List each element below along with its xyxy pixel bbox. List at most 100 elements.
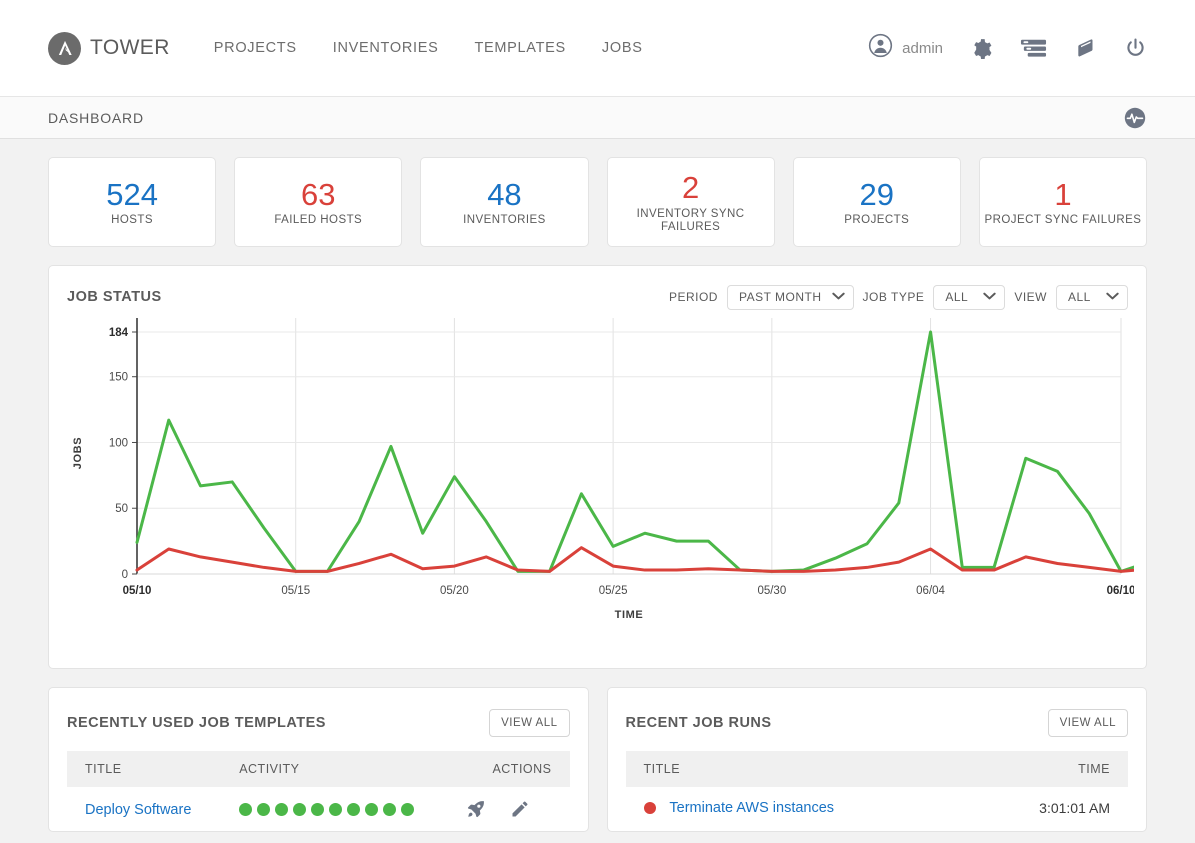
view-all-templates-button[interactable]: VIEW ALL — [489, 709, 570, 737]
chart-y-tick-label: 150 — [109, 372, 128, 384]
stat-value: 63 — [301, 176, 336, 212]
activity-dot[interactable] — [239, 802, 253, 816]
runs-table-head: TITLE TIME — [625, 751, 1128, 787]
column-header-title: TITLE — [85, 762, 122, 776]
view-label: VIEW — [1014, 290, 1047, 304]
tower-dashboard-page: TOWER PROJECTS INVENTORIES TEMPLATES JOB… — [0, 0, 1195, 843]
run-title-cell: Terminate AWS instances — [626, 787, 978, 828]
gear-icon[interactable] — [970, 37, 993, 60]
job-type-label: JOB TYPE — [862, 290, 925, 304]
chart-y-axis-title: JOBS — [72, 437, 84, 469]
activity-dot[interactable] — [293, 802, 307, 816]
nav-link-templates[interactable]: TEMPLATES — [474, 40, 565, 56]
column-header-time: TIME — [1078, 762, 1110, 776]
chevron-down-icon — [1106, 288, 1119, 306]
stat-card-row: 524 HOSTS 63 FAILED HOSTS 48 INVENTORIES… — [48, 157, 1148, 247]
column-header-actions: ACTIONS — [492, 762, 552, 776]
chart-y-tick-label: 184 — [109, 327, 129, 339]
bottom-panels: RECENTLY USED JOB TEMPLATES VIEW ALL TIT… — [48, 687, 1147, 832]
templates-table-body: Deploy Software — [67, 787, 570, 831]
activity-dot[interactable] — [347, 802, 361, 816]
dashboard-content: 524 HOSTS 63 FAILED HOSTS 48 INVENTORIES… — [0, 139, 1195, 832]
nav-link-projects[interactable]: PROJECTS — [214, 40, 297, 56]
activity-dot[interactable] — [401, 802, 415, 816]
stat-card-hosts[interactable]: 524 HOSTS — [48, 157, 217, 247]
activity-dot[interactable] — [311, 802, 325, 816]
chart-x-tick-label: 05/15 — [281, 585, 310, 597]
breadcrumb-bar: DASHBOARD — [0, 97, 1195, 139]
stat-value: 1 — [1054, 176, 1072, 212]
table-row: Terminate AWS instances 3:01:01 AM — [626, 787, 1129, 828]
view-value: ALL — [1068, 290, 1091, 304]
rocket-launch-icon[interactable] — [466, 799, 486, 819]
main-nav-links: PROJECTS INVENTORIES TEMPLATES JOBS — [214, 40, 643, 56]
brand-logo[interactable]: TOWER — [48, 31, 170, 65]
recent-job-runs-panel: RECENT JOB RUNS VIEW ALL TITLE TIME Term… — [606, 687, 1147, 832]
table-row: Deploy Software — [67, 787, 570, 831]
panel-title: RECENT JOB RUNS — [625, 715, 772, 731]
templates-table-head: TITLE ACTIVITY ACTIONS — [67, 751, 570, 787]
row-actions — [460, 799, 551, 819]
user-avatar-icon — [868, 33, 893, 63]
chevron-down-icon — [983, 288, 997, 306]
chart-x-tick-label: 05/30 — [757, 585, 786, 597]
chevron-down-icon — [831, 288, 845, 306]
chart-y-tick-label: 100 — [109, 437, 128, 449]
activity-dot[interactable] — [329, 802, 343, 816]
activity-dot[interactable] — [365, 802, 379, 816]
stat-value: 48 — [487, 176, 522, 212]
chart-x-tick-label: 05/10 — [123, 585, 152, 597]
activity-stream-icon[interactable] — [1123, 106, 1147, 130]
period-value: PAST MONTH — [738, 290, 822, 304]
stat-card-inventories[interactable]: 48 INVENTORIES — [420, 157, 589, 247]
stat-label: HOSTS — [111, 214, 154, 227]
activity-dot[interactable] — [383, 802, 397, 816]
nav-link-inventories[interactable]: INVENTORIES — [333, 40, 439, 56]
run-title-link[interactable]: Terminate AWS instances — [669, 800, 834, 816]
power-icon[interactable] — [1124, 37, 1147, 60]
chart-series-successful — [135, 330, 1155, 573]
period-label: PERIOD — [668, 290, 718, 304]
job-status-header: JOB STATUS PERIOD PAST MONTH JOB TYPE AL… — [49, 266, 1146, 312]
nav-link-jobs[interactable]: JOBS — [602, 40, 643, 56]
user-name-label: admin — [902, 39, 943, 57]
book-icon[interactable] — [1074, 37, 1097, 60]
job-status-panel: JOB STATUS PERIOD PAST MONTH JOB TYPE AL… — [48, 265, 1155, 669]
chart-filters: PERIOD PAST MONTH JOB TYPE ALL VIEW ALL — [668, 284, 1128, 310]
stat-label: INVENTORY SYNC FAILURES — [636, 207, 745, 234]
breadcrumb: DASHBOARD — [48, 109, 144, 126]
chart-x-axis-title: TIME — [615, 609, 644, 621]
template-title-link[interactable]: Deploy Software — [85, 802, 191, 818]
stat-card-projects[interactable]: 29 PROJECTS — [792, 157, 961, 247]
job-status-chart: 0 50 100 150 184 05/10 05/15 05/20 05/25 05/30 06/… — [49, 312, 1155, 653]
activity-dot[interactable] — [275, 802, 289, 816]
column-header-title: TITLE — [643, 762, 681, 776]
server-list-icon[interactable] — [1020, 38, 1047, 58]
stat-label: PROJECTS — [844, 214, 910, 227]
runs-table-wrap: TITLE TIME Terminate AWS instances 3:01:… — [608, 740, 1147, 828]
stat-card-inventory-sync-failures[interactable]: 2 INVENTORY SYNC FAILURES — [606, 157, 775, 247]
view-select[interactable]: ALL — [1056, 284, 1128, 310]
stat-card-failed-hosts[interactable]: 63 FAILED HOSTS — [234, 157, 403, 247]
stat-label: INVENTORIES — [463, 214, 546, 227]
table-header-row: TITLE TIME — [625, 751, 1128, 787]
top-navigation-bar: TOWER PROJECTS INVENTORIES TEMPLATES JOB… — [0, 0, 1195, 97]
view-all-runs-button[interactable]: VIEW ALL — [1047, 709, 1128, 737]
activity-dot[interactable] — [257, 802, 271, 816]
pencil-edit-icon[interactable] — [510, 799, 530, 819]
stat-value: 2 — [681, 170, 700, 206]
run-time: 3:01:01 AM — [1039, 799, 1110, 816]
table-header-row: TITLE ACTIVITY ACTIONS — [67, 751, 570, 787]
stat-value: 29 — [859, 176, 895, 212]
stat-card-project-sync-failures[interactable]: 1 PROJECT SYNC FAILURES — [978, 157, 1148, 247]
template-actions-cell — [460, 787, 569, 831]
job-type-value: ALL — [945, 290, 969, 304]
period-select[interactable]: PAST MONTH — [726, 284, 854, 310]
chart-y-tick-label: 0 — [122, 569, 128, 581]
chart-y-tick-label: 50 — [115, 503, 128, 515]
panel-title: JOB STATUS — [67, 289, 162, 305]
user-menu[interactable]: admin — [868, 33, 943, 63]
runs-table: TITLE TIME Terminate AWS instances 3:01:… — [625, 751, 1129, 828]
stat-label: FAILED HOSTS — [274, 214, 363, 227]
job-type-select[interactable]: ALL — [933, 284, 1006, 310]
